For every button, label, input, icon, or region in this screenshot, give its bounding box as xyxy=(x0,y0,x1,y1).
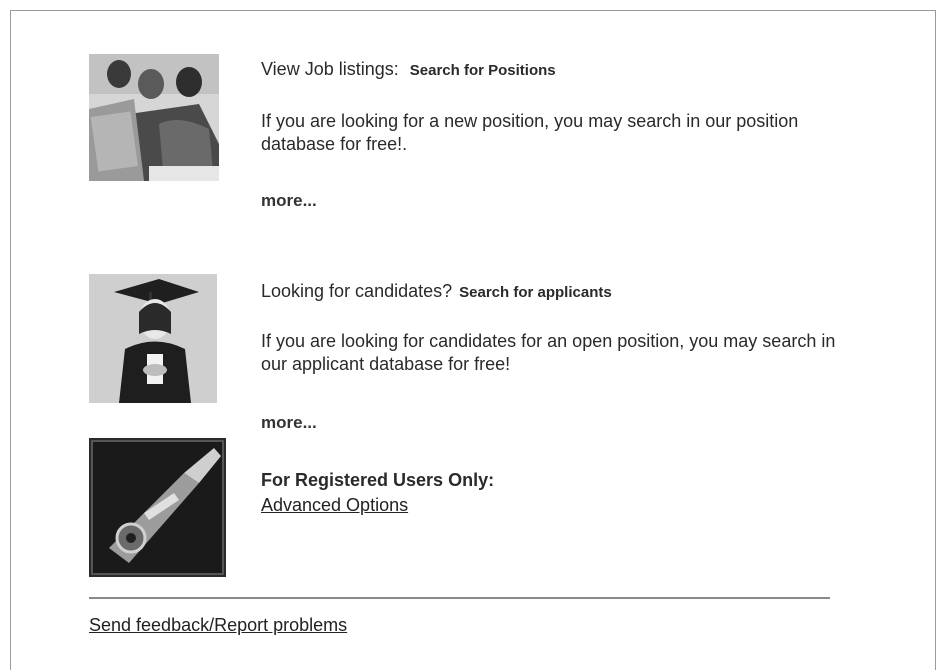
search-applicants-link[interactable]: Search for applicants xyxy=(459,284,612,301)
jobs-more-link[interactable]: more... xyxy=(261,189,317,212)
candidates-heading-row: Looking for candidates? Search for appli… xyxy=(261,280,861,304)
registered-heading: For Registered Users Only: xyxy=(261,470,495,490)
jobs-description: If you are looking for a new position, y… xyxy=(261,111,799,154)
office-workers-photo xyxy=(89,54,219,181)
jobs-heading-row: View Job listings: Search for Positions xyxy=(261,58,861,82)
candidates-description: If you are looking for candidates for an… xyxy=(261,331,836,374)
feedback-link[interactable]: Send feedback/Report problems xyxy=(89,614,347,637)
jobs-heading: View Job listings: xyxy=(261,59,399,79)
candidates-more-link[interactable]: more... xyxy=(261,411,317,434)
candidates-heading: Looking for candidates? xyxy=(261,281,453,301)
search-positions-link[interactable]: Search for Positions xyxy=(410,62,556,79)
advanced-options-link[interactable]: Advanced Options xyxy=(261,494,408,517)
tool-photo xyxy=(89,438,226,577)
footer-divider xyxy=(89,597,830,599)
graduate-photo xyxy=(89,274,217,403)
